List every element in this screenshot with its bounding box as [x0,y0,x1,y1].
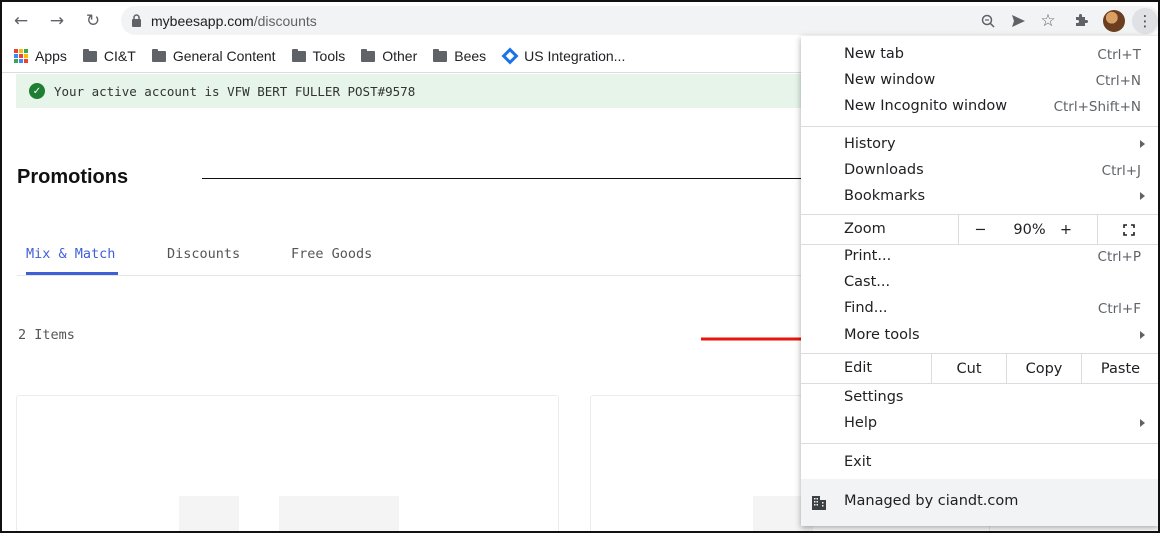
menu-downloads[interactable]: Downloads Ctrl+J [801,159,1158,185]
bookmark-tools[interactable]: Tools [291,48,345,64]
bookmark-other[interactable]: Other [361,48,417,64]
browser-toolbar: ← → ↻ mybeesapp.com/discounts ☆ ⋮ [2,2,1158,40]
profile-avatar[interactable] [1099,6,1129,35]
cut-button[interactable]: Cut [931,354,1006,383]
active-tab-indicator [26,272,118,275]
folder-icon [151,48,166,62]
zoom-icon[interactable] [973,6,1003,35]
zoom-out-button[interactable]: − [958,215,1002,244]
apps-grid-icon [14,49,28,63]
menu-more-tools[interactable]: More tools [801,324,1158,350]
forward-arrow-icon[interactable]: → [46,10,68,32]
menu-edit: Edit Cut Copy Paste [801,354,1158,383]
menu-zoom: Zoom − 90% + [801,215,1158,244]
bookmark-us-integration[interactable]: US Integration... [500,47,625,65]
menu-divider [801,443,1158,444]
menu-divider [801,383,1158,384]
menu-print[interactable]: Print... Ctrl+P [801,245,1158,271]
menu-help[interactable]: Help [801,412,1158,438]
folder-icon [433,48,448,62]
more-menu-icon[interactable]: ⋮ [1129,6,1158,35]
placeholder-image [179,496,239,531]
bookmark-ciandt[interactable]: CI&T [82,48,136,64]
menu-bookmarks[interactable]: Bookmarks [801,185,1158,211]
menu-new-tab[interactable]: New tab Ctrl+T [801,43,1158,69]
items-count: 2 Items [18,327,75,343]
building-icon [812,496,826,510]
extensions-icon[interactable] [1063,6,1099,35]
fullscreen-icon[interactable] [1097,215,1158,244]
bookmark-general-content[interactable]: General Content [151,48,276,64]
send-icon[interactable] [1003,6,1033,35]
zoom-in-button[interactable]: + [1051,215,1081,244]
tab-discounts[interactable]: Discounts [167,246,240,262]
active-account-alert: ✓ Your active account is VFW BERT FULLER… [16,74,816,108]
menu-settings[interactable]: Settings [801,386,1158,412]
tab-free-goods[interactable]: Free Goods [291,246,372,262]
menu-history[interactable]: History [801,133,1158,159]
folder-icon [82,48,97,62]
check-circle-icon: ✓ [29,83,45,99]
submenu-arrow-icon [1140,419,1145,427]
folder-icon [291,48,306,62]
menu-find[interactable]: Find... Ctrl+F [801,297,1158,323]
zoom-level: 90% [1013,221,1046,238]
address-bar[interactable]: mybeesapp.com/discounts ☆ ⋮ [121,6,1158,35]
bookmark-apps[interactable]: Apps [14,48,67,64]
lock-icon [131,14,143,28]
managed-by-banner[interactable]: Managed by ciandt.com [801,479,1158,526]
jira-diamond-icon [501,47,519,65]
browser-window: ← → ↻ mybeesapp.com/discounts ☆ ⋮ Apps C… [0,0,1160,533]
tab-mix-and-match[interactable]: Mix & Match [26,246,115,262]
submenu-arrow-icon [1140,140,1145,148]
back-arrow-icon[interactable]: ← [10,10,32,32]
placeholder-image [279,496,399,531]
menu-exit[interactable]: Exit [801,451,1158,477]
menu-cast[interactable]: Cast... [801,271,1158,297]
menu-new-incognito-window[interactable]: New Incognito window Ctrl+Shift+N [801,95,1158,121]
paste-button[interactable]: Paste [1081,354,1158,383]
url-text: mybeesapp.com/discounts [151,12,317,29]
chrome-menu: New tab Ctrl+T New window Ctrl+N New Incog… [801,36,1158,526]
page-title: Promotions [17,166,129,188]
managed-label: Managed by ciandt.com [844,493,1019,509]
menu-new-window[interactable]: New window Ctrl+N [801,69,1158,95]
star-icon[interactable]: ☆ [1033,6,1063,35]
promotion-card[interactable] [16,395,559,531]
submenu-arrow-icon [1140,192,1145,200]
promotion-tabs: Mix & Match Discounts Free Goods [17,240,807,276]
folder-icon [361,48,376,62]
reload-icon[interactable]: ↻ [82,10,104,32]
bookmark-bees[interactable]: Bees [433,48,486,64]
title-divider [202,178,802,179]
menu-divider [801,126,1158,127]
alert-text: Your active account is VFW BERT FULLER P… [54,83,416,99]
copy-button[interactable]: Copy [1006,354,1081,383]
submenu-arrow-icon [1140,331,1145,339]
